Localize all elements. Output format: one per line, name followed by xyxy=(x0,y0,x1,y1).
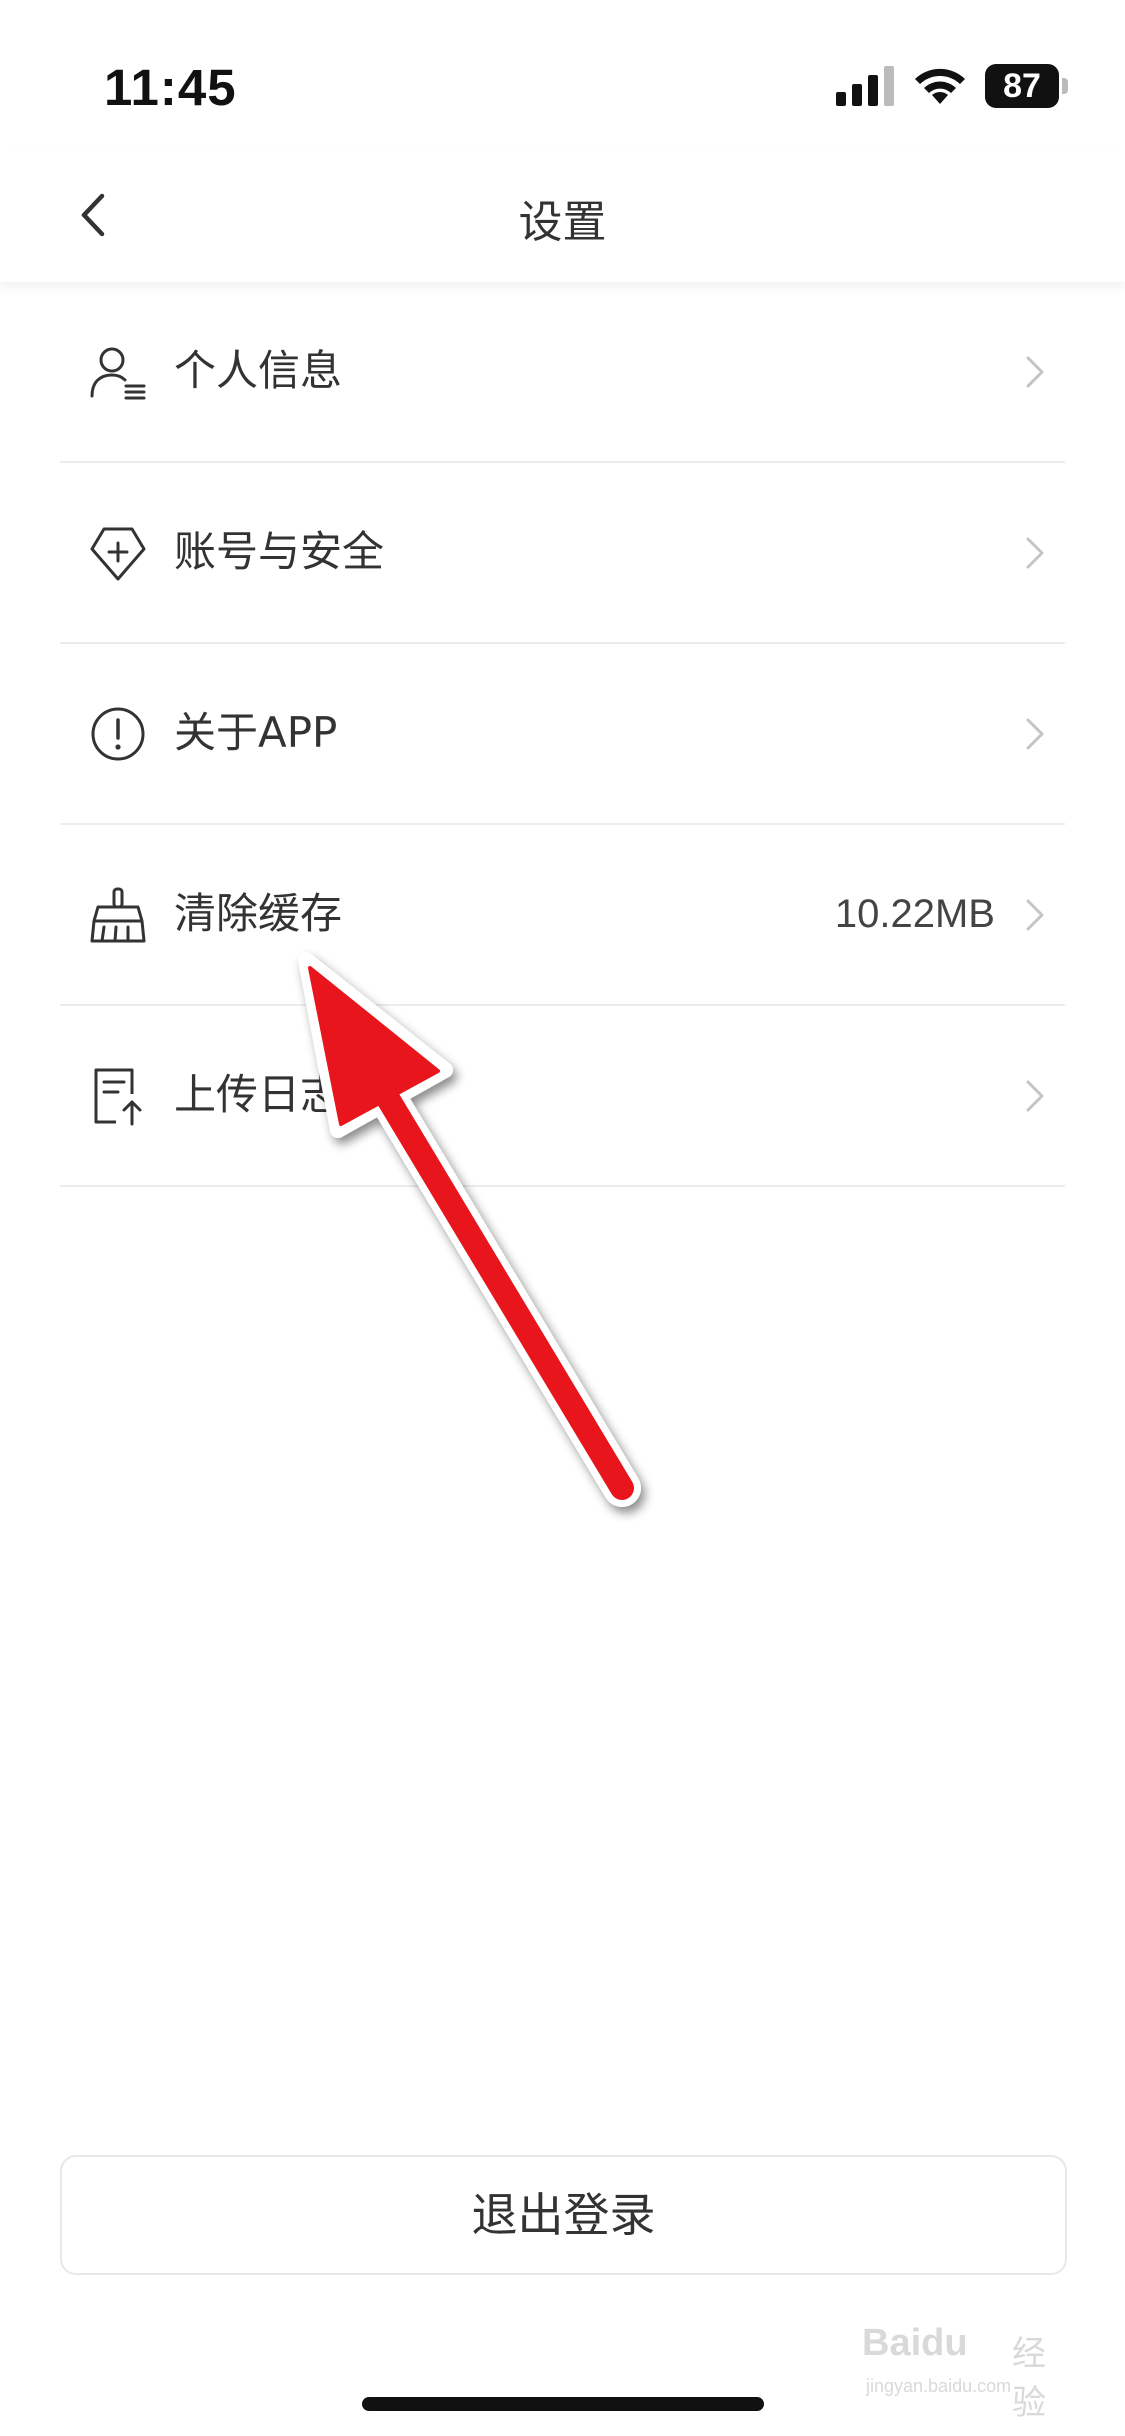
status-time: 11:45 xyxy=(104,59,237,116)
chevron-right-icon xyxy=(1026,899,1044,931)
menu-item-account-security[interactable]: 账号与安全 xyxy=(60,463,1065,644)
battery-icon: 87 xyxy=(985,64,1068,108)
wifi-icon xyxy=(915,68,965,104)
logout-button[interactable]: 退出登录 xyxy=(60,2155,1067,2275)
menu-item-label: 账号与安全 xyxy=(174,527,385,576)
menu-item-upload-log[interactable]: 上传日志 xyxy=(60,1006,1065,1187)
navigation-bar: 设置 xyxy=(0,150,1125,282)
watermark-brand-cn: 经验 xyxy=(1012,2334,1046,2423)
watermark-brand: Baidu xyxy=(862,2322,968,2364)
menu-item-clear-cache[interactable]: 清除缓存 10.22MB xyxy=(60,825,1065,1006)
shield-plus-icon xyxy=(90,527,146,581)
chevron-right-icon xyxy=(1026,1080,1044,1112)
chevron-right-icon xyxy=(1026,356,1044,388)
user-list-icon xyxy=(90,347,146,400)
chevron-right-icon xyxy=(1026,718,1044,750)
info-circle-icon xyxy=(91,707,145,761)
cellular-signal-icon xyxy=(836,66,894,106)
broom-icon xyxy=(90,887,146,943)
watermark-url: jingyan.baidu.com xyxy=(866,2376,1012,2396)
menu-item-label: 关于APP xyxy=(174,708,338,757)
status-bar: 11:45 87 xyxy=(0,0,1125,150)
cache-size-value: 10.22MB xyxy=(834,892,995,936)
menu-item-about-app[interactable]: 关于APP xyxy=(60,644,1065,825)
home-indicator xyxy=(362,2397,764,2411)
menu-item-label: 个人信息 xyxy=(174,346,343,395)
battery-cap xyxy=(1062,78,1068,94)
menu-item-label: 清除缓存 xyxy=(174,889,343,938)
watermark: Baidu 经验 jingyan.baidu.com xyxy=(862,2306,1072,2423)
settings-list: 个人信息 账号与安全 关于APP 清除缓存 10.22MB 上传日志 xyxy=(60,282,1065,1187)
menu-item-label: 上传日志 xyxy=(174,1070,343,1119)
battery-level: 87 xyxy=(985,64,1059,108)
chevron-right-icon xyxy=(1026,537,1044,569)
document-upload-icon xyxy=(94,1068,142,1126)
menu-item-personal-info[interactable]: 个人信息 xyxy=(60,282,1065,463)
page-title: 设置 xyxy=(518,197,607,248)
